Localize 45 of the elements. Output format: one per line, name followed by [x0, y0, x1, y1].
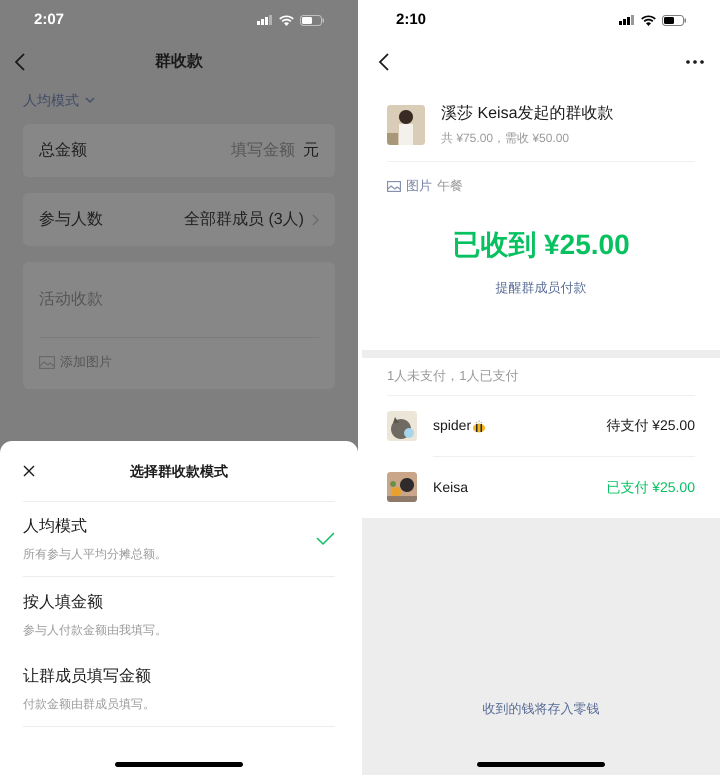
member-name: Keisa: [433, 478, 468, 496]
option-description: 参与人付款金额由我填写。: [23, 622, 168, 638]
mode-option[interactable]: 按人填金额 参与人付款金额由我填写。: [23, 577, 335, 652]
option-title: 让群成员填写金额: [23, 666, 152, 687]
close-icon[interactable]: [23, 465, 35, 477]
payment-status: 待支付 ¥25.00: [606, 416, 695, 435]
image-link[interactable]: 图片: [406, 176, 432, 196]
option-description: 所有参与人平均分摊总额。: [23, 546, 168, 563]
received-amount: 已收到 ¥25.00: [451, 228, 631, 262]
check-icon: [316, 532, 335, 546]
payment-status: 已支付 ¥25.00: [606, 478, 695, 496]
chevron-down-icon: [85, 97, 95, 103]
mode-option[interactable]: 人均模式 所有参与人平均分摊总额。: [23, 502, 335, 577]
wifi-icon: [279, 14, 294, 26]
back-icon[interactable]: [378, 53, 390, 71]
option-title: 按人填金额: [23, 592, 104, 612]
chevron-right-icon: [312, 214, 319, 226]
field-label: 总金额: [39, 140, 87, 160]
unit-label: 元: [303, 140, 319, 160]
status-time: 2:10: [396, 10, 426, 30]
page-title: 群收款: [154, 52, 204, 72]
more-icon[interactable]: [686, 60, 704, 64]
member-name: spider: [433, 416, 472, 435]
battery-icon: [300, 14, 324, 26]
signal-icon: [619, 15, 635, 25]
option-title: 人均模式: [23, 516, 88, 537]
field-label: 参与人数: [39, 210, 104, 230]
participants-value: 全部群成员 (3人): [184, 210, 304, 230]
option-description: 付款金额由群成员填写。: [23, 696, 156, 713]
image-icon: [387, 180, 401, 192]
note-text: 午餐: [437, 177, 463, 196]
mode-option[interactable]: 让群成员填写金额 付款金额由群成员填写。: [23, 652, 335, 727]
remind-link[interactable]: 提醒群成员付款: [387, 278, 695, 298]
collection-title: 溪莎 Keisa发起的群收款: [441, 104, 614, 124]
status-time: 2:07: [34, 10, 64, 30]
signal-icon: [257, 15, 273, 25]
sheet-title: 选择群收款模式: [129, 462, 229, 480]
participants-row[interactable]: 参与人数 全部群成员 (3人): [23, 193, 335, 246]
battery-icon: [662, 14, 686, 26]
payment-summary: 1人未支付，1人已支付: [387, 367, 518, 386]
wifi-icon: [641, 14, 656, 26]
image-icon: [39, 356, 55, 368]
footer-note: 收到的钱将存入零钱: [482, 700, 600, 718]
bee-icon: [472, 418, 486, 432]
collection-subtitle: 共 ¥75.00，需收 ¥50.00: [441, 130, 570, 147]
